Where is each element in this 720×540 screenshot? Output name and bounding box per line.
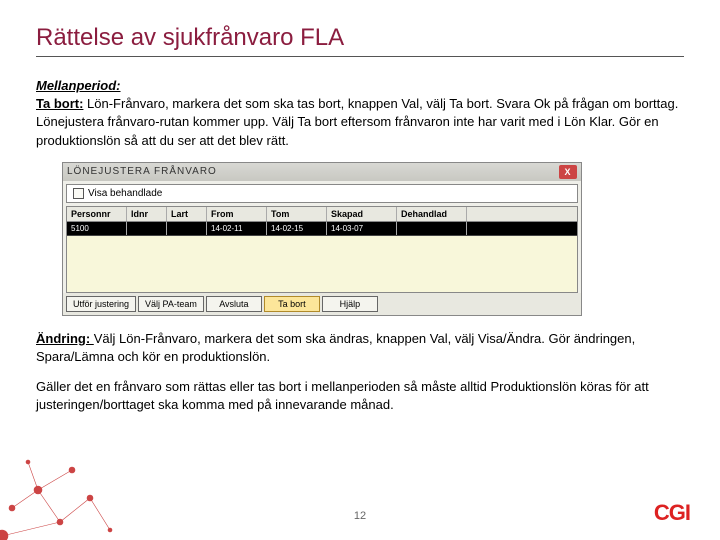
window-titlebar: LÖNEJUSTERA FRÅNVARO X xyxy=(63,163,581,181)
checkbox-row: Visa behandlade xyxy=(66,184,578,203)
show-processed-checkbox[interactable] xyxy=(73,188,84,199)
section1: Mellanperiod: Ta bort: Lön-Frånvaro, mar… xyxy=(36,77,684,150)
table-blank-area xyxy=(67,236,577,292)
table-header: Personnr Idnr Lart From Tom Skapad Dehan… xyxy=(67,207,577,222)
section1-body-lead: Ta bort: xyxy=(36,96,83,111)
finish-button[interactable]: Avsluta xyxy=(206,296,262,312)
checkbox-label: Visa behandlade xyxy=(88,188,162,199)
section1-body: Lön-Frånvaro, markera det som ska tas bo… xyxy=(36,96,678,147)
section3: Gäller det en frånvaro som rättas eller … xyxy=(36,378,684,414)
table: Personnr Idnr Lart From Tom Skapad Dehan… xyxy=(66,206,578,293)
col-from: From xyxy=(207,207,267,221)
select-pa-team-button[interactable]: Välj PA-team xyxy=(138,296,204,312)
page-number: 12 xyxy=(354,510,366,522)
col-personnr: Personnr xyxy=(67,207,127,221)
col-idnr: Idnr xyxy=(127,207,167,221)
close-icon[interactable]: X xyxy=(559,165,577,179)
decorative-dots xyxy=(0,410,180,540)
col-skapad: Skapad xyxy=(327,207,397,221)
section2: Ändring: Välj Lön-Frånvaro, markera det … xyxy=(36,330,684,366)
delete-button[interactable]: Ta bort xyxy=(264,296,320,312)
title-underline xyxy=(36,56,684,57)
section1-label: Mellanperiod: xyxy=(36,78,121,93)
col-lart: Lart xyxy=(167,207,207,221)
table-row[interactable]: 5100 14-02-11 14-02-15 14-03-07 xyxy=(67,222,577,236)
cgi-logo: CGI xyxy=(654,500,690,526)
embedded-window: LÖNEJUSTERA FRÅNVARO X Visa behandlade P… xyxy=(62,162,582,316)
window-title: LÖNEJUSTERA FRÅNVARO xyxy=(67,166,217,177)
col-tom: Tom xyxy=(267,207,327,221)
section2-body: Välj Lön-Frånvaro, markera det som ska ä… xyxy=(36,331,635,364)
help-button[interactable]: Hjälp xyxy=(322,296,378,312)
button-row: Utför justering Välj PA-team Avsluta Ta … xyxy=(63,293,581,315)
section2-lead: Ändring: xyxy=(36,331,94,346)
perform-adjustment-button[interactable]: Utför justering xyxy=(66,296,136,312)
col-behandlad: Dehandlad xyxy=(397,207,467,221)
slide-title: Rättelse av sjukfrånvaro FLA xyxy=(36,24,684,52)
